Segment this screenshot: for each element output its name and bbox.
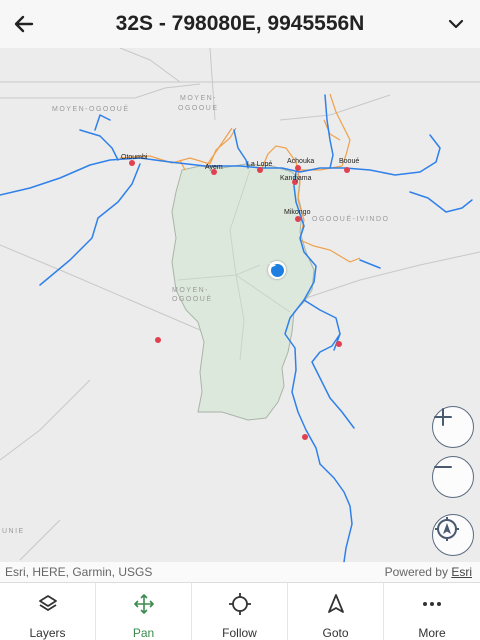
coordinate-title: 32S - 798080E, 9945556N [115,12,365,35]
layers-label: Layers [29,626,66,640]
place-label-la-lope: La Lopé [247,161,273,168]
back-button[interactable] [8,8,40,40]
powered-by-text: Powered by [384,565,448,579]
region-label-unie: UNIE [2,528,25,535]
zoom-in-button[interactable] [432,406,474,448]
more-label: More [418,626,446,640]
region-label-moyen-ogooue-west: MOYEN-OGOOUÉ [52,106,130,113]
goto-button[interactable]: Goto [288,583,384,640]
map-graphics [0,48,480,563]
region-label-ogooue-north: OGOOUE [178,105,219,112]
region-label-ogooue-ivindo: OGOOUÉ-IVINDO [312,216,390,223]
coordinate-menu-button[interactable] [442,10,470,38]
navigation-arrow-icon [327,594,344,613]
region-label-moyen-north: MOYEN- [180,95,217,102]
zoom-out-button[interactable] [432,456,474,498]
current-location-marker [268,261,286,279]
place-label-kandjama: Kandjama [280,175,312,182]
compass-button[interactable] [432,514,474,556]
region-label-ogooue-south: OGOOUÉ [172,296,213,303]
marker-achouka [295,165,301,171]
map-view[interactable]: MOYEN-OGOOUÉ MOYEN- OGOOUE OGOOUÉ-IVINDO… [0,48,480,582]
place-label-achouka: Achouka [287,158,315,165]
header-bar: 32S - 798080E, 9945556N [0,0,480,48]
place-label-ayem: Ayem [205,164,223,171]
follow-button[interactable]: Follow [192,583,288,640]
crosshair-icon [228,593,251,615]
pan-label: Pan [132,626,155,640]
more-button[interactable]: More [384,583,480,640]
pan-button[interactable]: Pan [96,583,192,640]
place-label-boue: Booué [339,158,360,165]
bottom-toolbar: Layers Pan Follow Goto More [0,582,480,640]
attribution-sources: Esri, HERE, Garmin, USGS [5,565,153,579]
place-label-mikongo: Mikongo [284,209,311,216]
layers-button[interactable]: Layers [0,583,96,640]
goto-label: Goto [322,626,349,640]
map-attribution: Esri, HERE, Garmin, USGS Powered by Esri [0,562,480,582]
chevron-down-icon [448,19,464,29]
marker-mikongo [295,216,301,222]
minus-icon [434,466,452,468]
layers-icon [38,595,57,611]
marker-south-1 [155,337,161,343]
location-direction-icon [268,262,277,269]
marker-boue [344,167,350,173]
compass-icon [435,517,459,541]
attribution-powered: Powered by Esri [385,562,472,582]
marker-south-2 [336,341,342,347]
place-label-otoumbi: Otoumbi [121,154,148,161]
back-arrow-icon [14,15,34,33]
marker-south-3 [302,434,308,440]
follow-label: Follow [222,626,257,640]
more-dots-icon [423,602,441,606]
app-root: 32S - 798080E, 9945556N MOYEN-OGOOUÉ MOY… [0,0,480,640]
esri-link[interactable]: Esri [451,565,472,579]
pan-icon [133,594,154,614]
plus-icon [434,408,452,426]
region-label-moyen-south: MOYEN- [172,287,209,294]
